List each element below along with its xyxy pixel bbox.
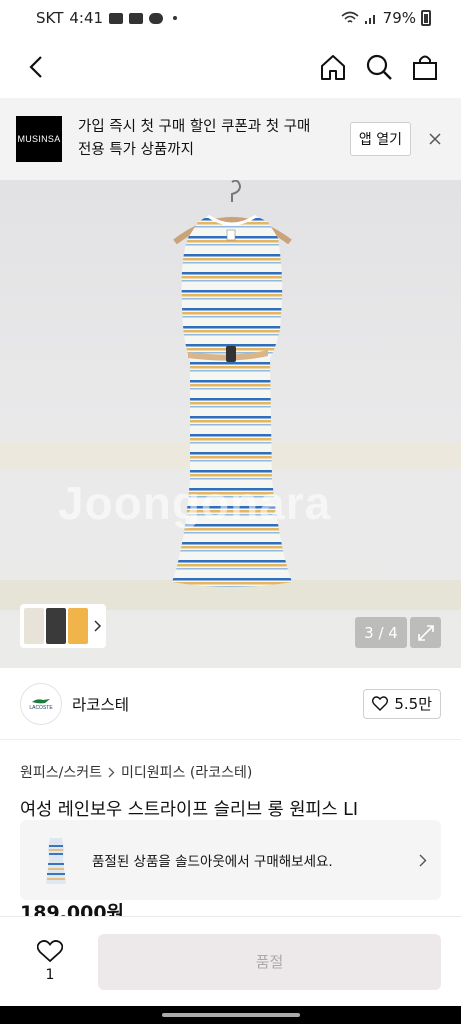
- soldout-message: 품절된 상품을 솔드아웃에서 구매해보세요.: [92, 854, 333, 870]
- wishlist-count: 1: [45, 967, 55, 983]
- system-navigation-bar: [0, 1006, 461, 1024]
- breadcrumb: 원피스/스커트 미디원피스 (라코스테): [20, 762, 252, 782]
- battery-percent: 79%: [382, 9, 416, 27]
- watermark: Joongonara: [58, 477, 332, 529]
- cart-button[interactable]: [411, 53, 439, 81]
- banner-close-button[interactable]: [425, 129, 445, 149]
- wishlist-button[interactable]: 1: [20, 940, 80, 983]
- back-button[interactable]: [22, 53, 50, 81]
- thumbnail[interactable]: [68, 608, 88, 644]
- search-button[interactable]: [365, 53, 393, 81]
- brand-name[interactable]: 라코스테: [72, 693, 129, 715]
- brand-logo[interactable]: LACOSTE: [20, 682, 62, 725]
- heart-icon: [37, 940, 63, 963]
- thumbnail[interactable]: [46, 608, 66, 644]
- search-icon: [366, 54, 392, 80]
- chevron-right-icon: [419, 854, 427, 866]
- chevron-left-icon: [29, 56, 42, 78]
- dress-product-image: [172, 180, 292, 587]
- product-title: 여성 레인보우 스트라이프 슬리브 롱 원피스 LI: [20, 800, 359, 820]
- top-navigation: [0, 36, 461, 98]
- fullscreen-button[interactable]: [410, 617, 441, 648]
- crocodile-icon: [32, 698, 50, 703]
- brand-like-count: 5.5만: [394, 695, 432, 713]
- close-icon: [429, 133, 441, 145]
- youtube-notification-icon: [129, 12, 144, 24]
- chevron-right-icon: [94, 620, 102, 632]
- product-price: 189,000원: [20, 902, 125, 918]
- gallery-notification-icon: [109, 12, 124, 24]
- breadcrumb-subcategory[interactable]: 미디원피스 (라코스테): [121, 762, 252, 782]
- wifi-icon: [341, 11, 359, 23]
- shopping-bag-icon: [413, 55, 437, 80]
- more-notifications-icon: [173, 16, 178, 20]
- breadcrumb-category[interactable]: 원피스/스커트: [20, 762, 102, 782]
- musinsa-logo: MUSINSA: [16, 116, 62, 162]
- product-thumbnail: [34, 830, 78, 890]
- heart-icon: [372, 696, 389, 711]
- home-button[interactable]: [319, 53, 347, 81]
- thumbnail-strip[interactable]: [20, 604, 106, 648]
- signal-icon: [364, 15, 375, 24]
- carrier-label: SKT: [36, 9, 64, 27]
- home-icon: [321, 55, 345, 80]
- status-bar: SKT 4:41 79%: [0, 0, 461, 36]
- brand-like-button[interactable]: 5.5만: [363, 688, 441, 719]
- product-image-gallery[interactable]: Joongonara 3 / 4: [0, 180, 461, 668]
- time-label: 4:41: [69, 9, 104, 27]
- soldout-buy-button[interactable]: 품절: [98, 933, 441, 990]
- chevron-right-icon: [108, 767, 115, 777]
- bottom-action-bar: 1 품절: [0, 916, 461, 1006]
- brand-logo-text: LACOSTE: [29, 704, 53, 711]
- brand-row: LACOSTE 라코스테 5.5만: [0, 668, 461, 740]
- banner-message: 가입 즉시 첫 구매 할인 쿠폰과 첫 구매 전용 특가 상품까지: [78, 119, 311, 158]
- soldout-promo-card[interactable]: 품절된 상품을 솔드아웃에서 구매해보세요.: [20, 820, 441, 900]
- thumbnail[interactable]: [24, 608, 44, 644]
- cloud-notification-icon: [149, 12, 164, 24]
- image-counter: 3 / 4: [355, 617, 407, 648]
- open-app-button[interactable]: 앱 열기: [349, 122, 411, 156]
- app-install-banner: MUSINSA 가입 즉시 첫 구매 할인 쿠폰과 첫 구매 전용 특가 상품까…: [0, 98, 461, 180]
- expand-icon: [417, 624, 434, 641]
- battery-icon: [421, 10, 431, 26]
- home-gesture-handle[interactable]: [162, 1013, 300, 1017]
